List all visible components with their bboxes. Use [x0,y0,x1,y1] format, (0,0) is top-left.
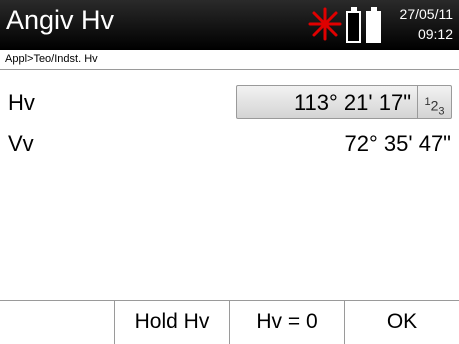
date-display: 27/05/11 [399,6,453,22]
battery-empty-icon [346,7,361,43]
screen-title: Angiv Hv [6,5,115,35]
time-display: 09:12 [417,26,453,42]
battery-full-icon [366,7,381,43]
title-bar: Angiv Hv 27/05/11 09:12 [0,0,459,50]
input-mode-button[interactable]: 123 [417,86,451,118]
hold-hv-button[interactable]: Hold Hv [115,301,230,344]
hv-label: Hv [8,90,35,115]
hv-input[interactable]: 113° 21' 17" 123 [236,85,452,119]
hv-zero-button[interactable]: Hv = 0 [230,301,345,344]
ok-button[interactable]: OK [345,301,459,344]
vv-label: Vv [8,131,34,156]
hv-value: 113° 21' 17" [293,90,411,115]
vv-value: 72° 35' 47" [344,131,451,156]
laser-icon [308,7,342,41]
softkey-bar: Hold Hv Hv = 0 OK [0,300,459,344]
softkey-1[interactable] [0,301,115,344]
breadcrumb: Appl>Teo/Indst. Hv [0,50,459,70]
